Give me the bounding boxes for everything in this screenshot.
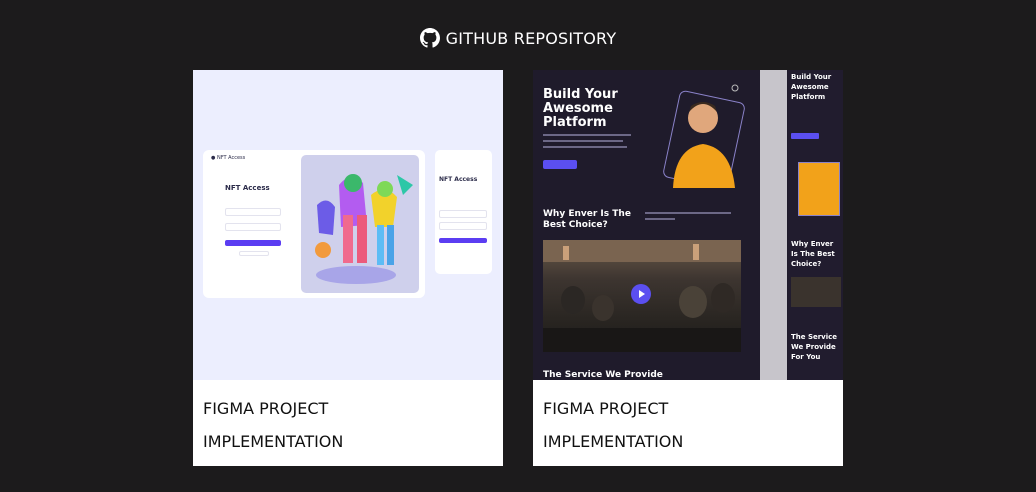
mini-hero-title: Build Your Awesome Platform xyxy=(791,73,832,101)
hero-title: Build Your Awesome Platform xyxy=(543,87,618,130)
footer-section-title: The Service We Provide xyxy=(543,370,663,380)
hero-cta-button xyxy=(543,160,577,169)
mini-footer-title: The Service We Provide For You xyxy=(791,333,838,361)
play-icon xyxy=(639,290,645,298)
mini-cta-button xyxy=(791,133,819,139)
mini-person-image xyxy=(798,162,840,216)
caption-line-2: IMPLEMENTATION xyxy=(203,432,344,451)
project-card-1[interactable]: ● NFT Access NFT Access NFT Access FIGMA… xyxy=(193,70,503,466)
office-team-photo xyxy=(543,240,741,352)
project-thumbnail[interactable]: Build Your Awesome Platform Why Enver Is… xyxy=(533,70,843,380)
sign-in-button-mock xyxy=(225,240,281,246)
header-title: GITHUB REPOSITORY xyxy=(445,28,617,48)
project-thumbnail[interactable]: ● NFT Access NFT Access NFT Access xyxy=(193,70,503,380)
mini-office-photo xyxy=(791,277,841,307)
divider-strip xyxy=(760,70,787,380)
section-text-line xyxy=(645,218,675,220)
caption-line-2: IMPLEMENTATION xyxy=(543,432,684,451)
hero-subtext-line xyxy=(543,140,623,142)
repository-header[interactable]: GITHUB REPOSITORY xyxy=(0,28,1036,48)
card-caption[interactable]: FIGMA PROJECT IMPLEMENTATION xyxy=(203,392,493,458)
mobile-password-field-mock xyxy=(439,222,487,230)
hero-subtext-line xyxy=(543,146,627,148)
github-icon xyxy=(419,28,440,48)
mobile-login-heading: NFT Access xyxy=(439,176,478,183)
play-button xyxy=(631,284,651,304)
email-field-mock xyxy=(225,208,281,216)
mobile-email-field-mock xyxy=(439,210,487,218)
section-title: Why Enver Is The Best Choice? xyxy=(543,209,631,230)
card-caption[interactable]: FIGMA PROJECT IMPLEMENTATION xyxy=(543,392,833,458)
nft-characters-art xyxy=(301,155,419,293)
google-sign-in-mock xyxy=(239,251,269,256)
brand-label: ● NFT Access xyxy=(211,155,246,161)
caption-line-1: FIGMA PROJECT xyxy=(203,399,329,418)
section-text-line xyxy=(645,212,731,214)
mobile-login-mockup: NFT Access xyxy=(435,150,492,274)
login-heading: NFT Access xyxy=(225,184,270,192)
caption-line-1: FIGMA PROJECT xyxy=(543,399,669,418)
project-card-2[interactable]: Build Your Awesome Platform Why Enver Is… xyxy=(533,70,843,466)
hero-person-illustration xyxy=(663,84,745,188)
mobile-sign-in-button-mock xyxy=(439,238,487,243)
hero-subtext-line xyxy=(543,134,631,136)
password-field-mock xyxy=(225,223,281,231)
mobile-preview: Build Your Awesome Platform Why Enver Is… xyxy=(788,70,843,380)
mini-section-title: Why Enver Is The Best Choice? xyxy=(791,240,835,268)
